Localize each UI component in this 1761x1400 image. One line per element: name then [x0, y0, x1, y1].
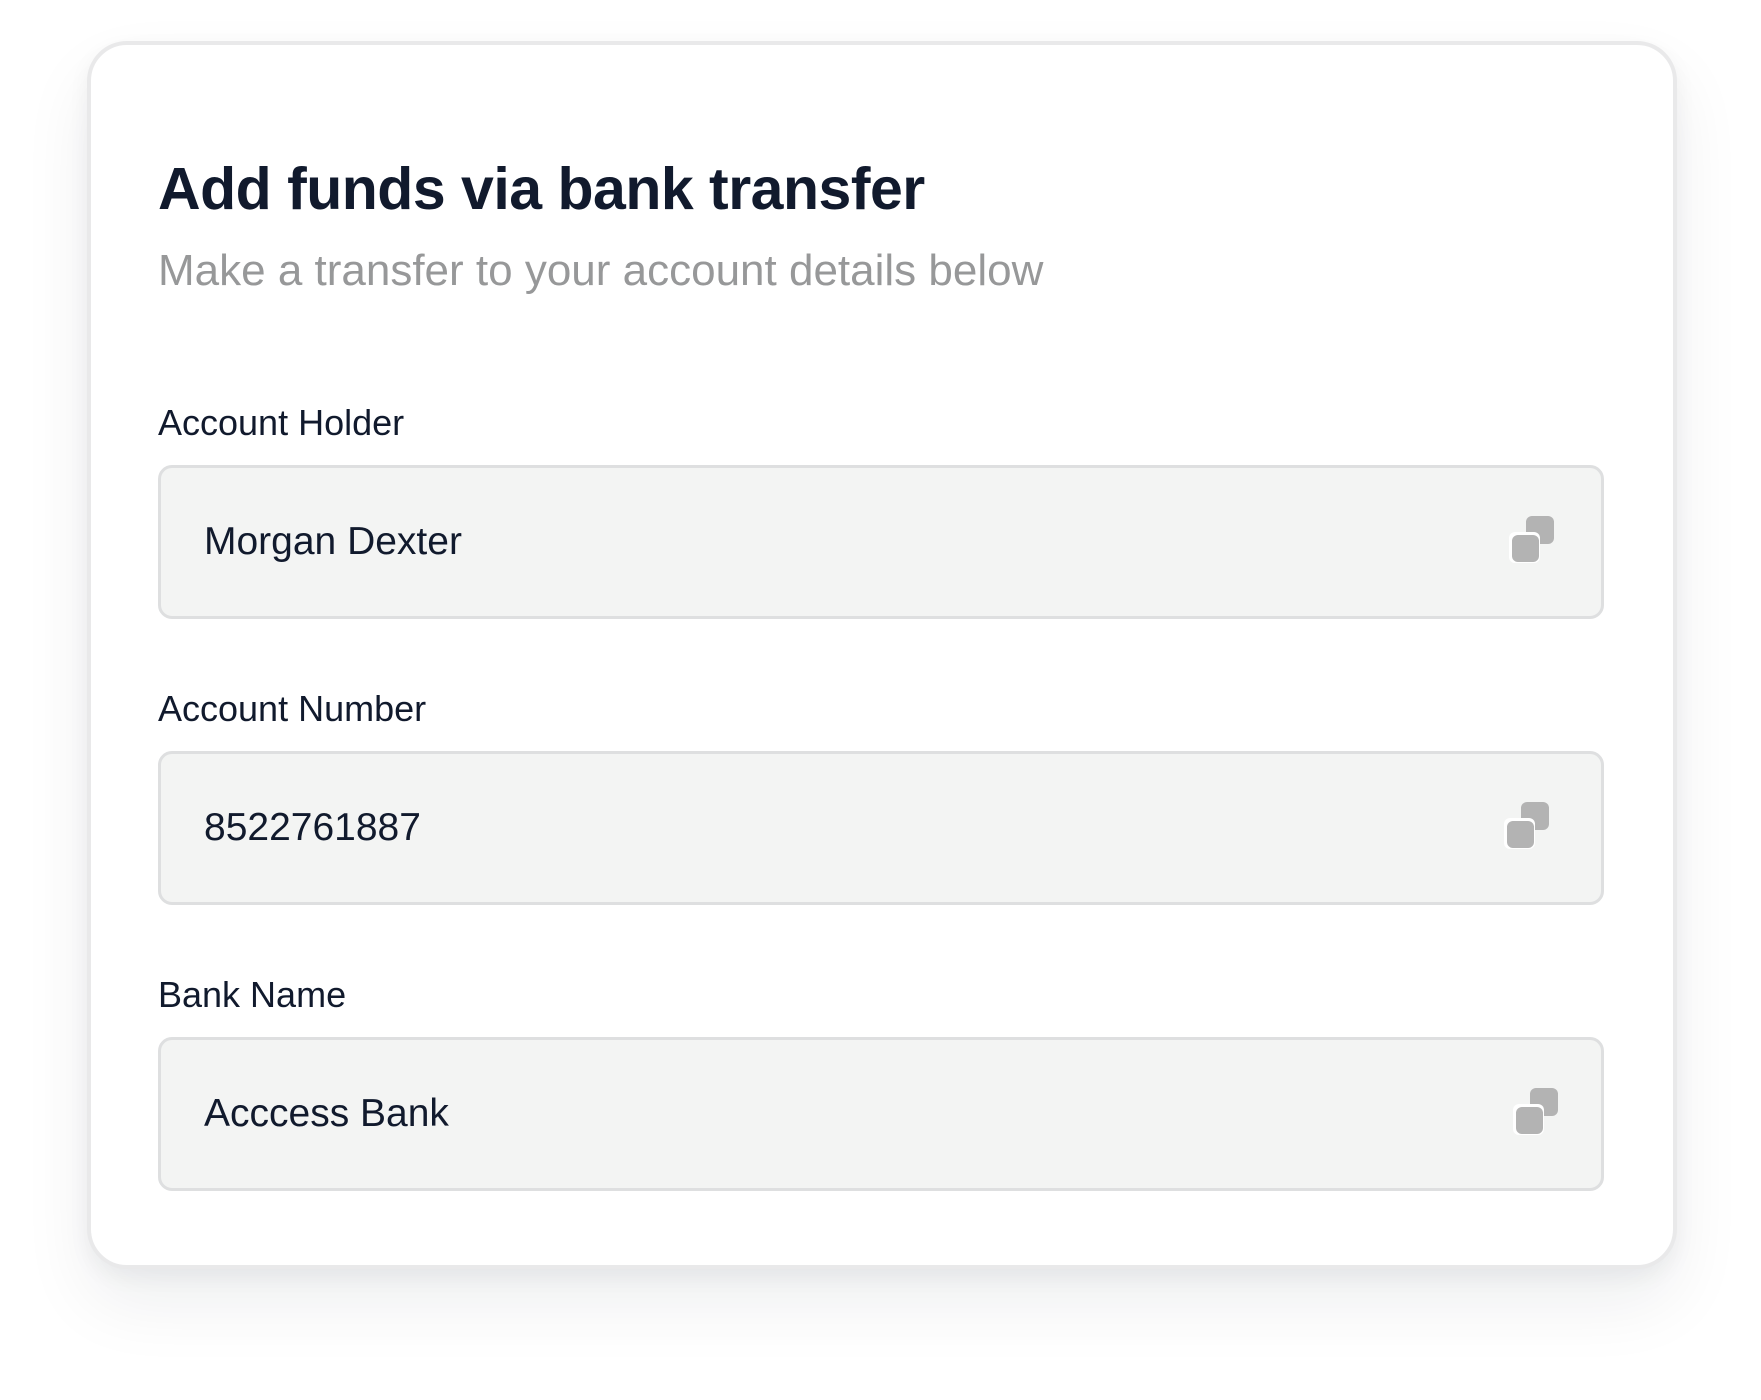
- account-number-field[interactable]: 8522761887: [158, 751, 1604, 905]
- bank-name-field[interactable]: Acccess Bank: [158, 1037, 1604, 1191]
- account-number-label: Account Number: [158, 688, 427, 729]
- bank-name-label: Bank Name: [158, 974, 347, 1015]
- account-number-group: Account Number 8522761887: [158, 687, 1604, 905]
- copy-icon: [1509, 516, 1554, 563]
- card-content: Add funds via bank transfer Make a trans…: [158, 153, 1604, 1191]
- account-holder-value: Morgan Dexter: [204, 520, 462, 563]
- copy-account-number-button[interactable]: [1500, 802, 1552, 854]
- copy-account-holder-button[interactable]: [1505, 516, 1557, 568]
- account-holder-field[interactable]: Morgan Dexter: [158, 465, 1604, 619]
- account-holder-group: Account Holder Morgan Dexter: [158, 401, 1604, 619]
- copy-bank-name-button[interactable]: [1509, 1088, 1561, 1140]
- page-subtitle: Make a transfer to your account details …: [158, 246, 1044, 295]
- account-holder-label: Account Holder: [158, 402, 405, 443]
- bank-name-group: Bank Name Acccess Bank: [158, 973, 1604, 1191]
- copy-icon: [1504, 802, 1549, 849]
- account-number-value: 8522761887: [204, 806, 421, 849]
- bank-transfer-card: Add funds via bank transfer Make a trans…: [87, 41, 1677, 1269]
- bank-name-value: Acccess Bank: [204, 1092, 449, 1135]
- page-title: Add funds via bank transfer: [158, 156, 925, 222]
- copy-icon: [1513, 1088, 1558, 1135]
